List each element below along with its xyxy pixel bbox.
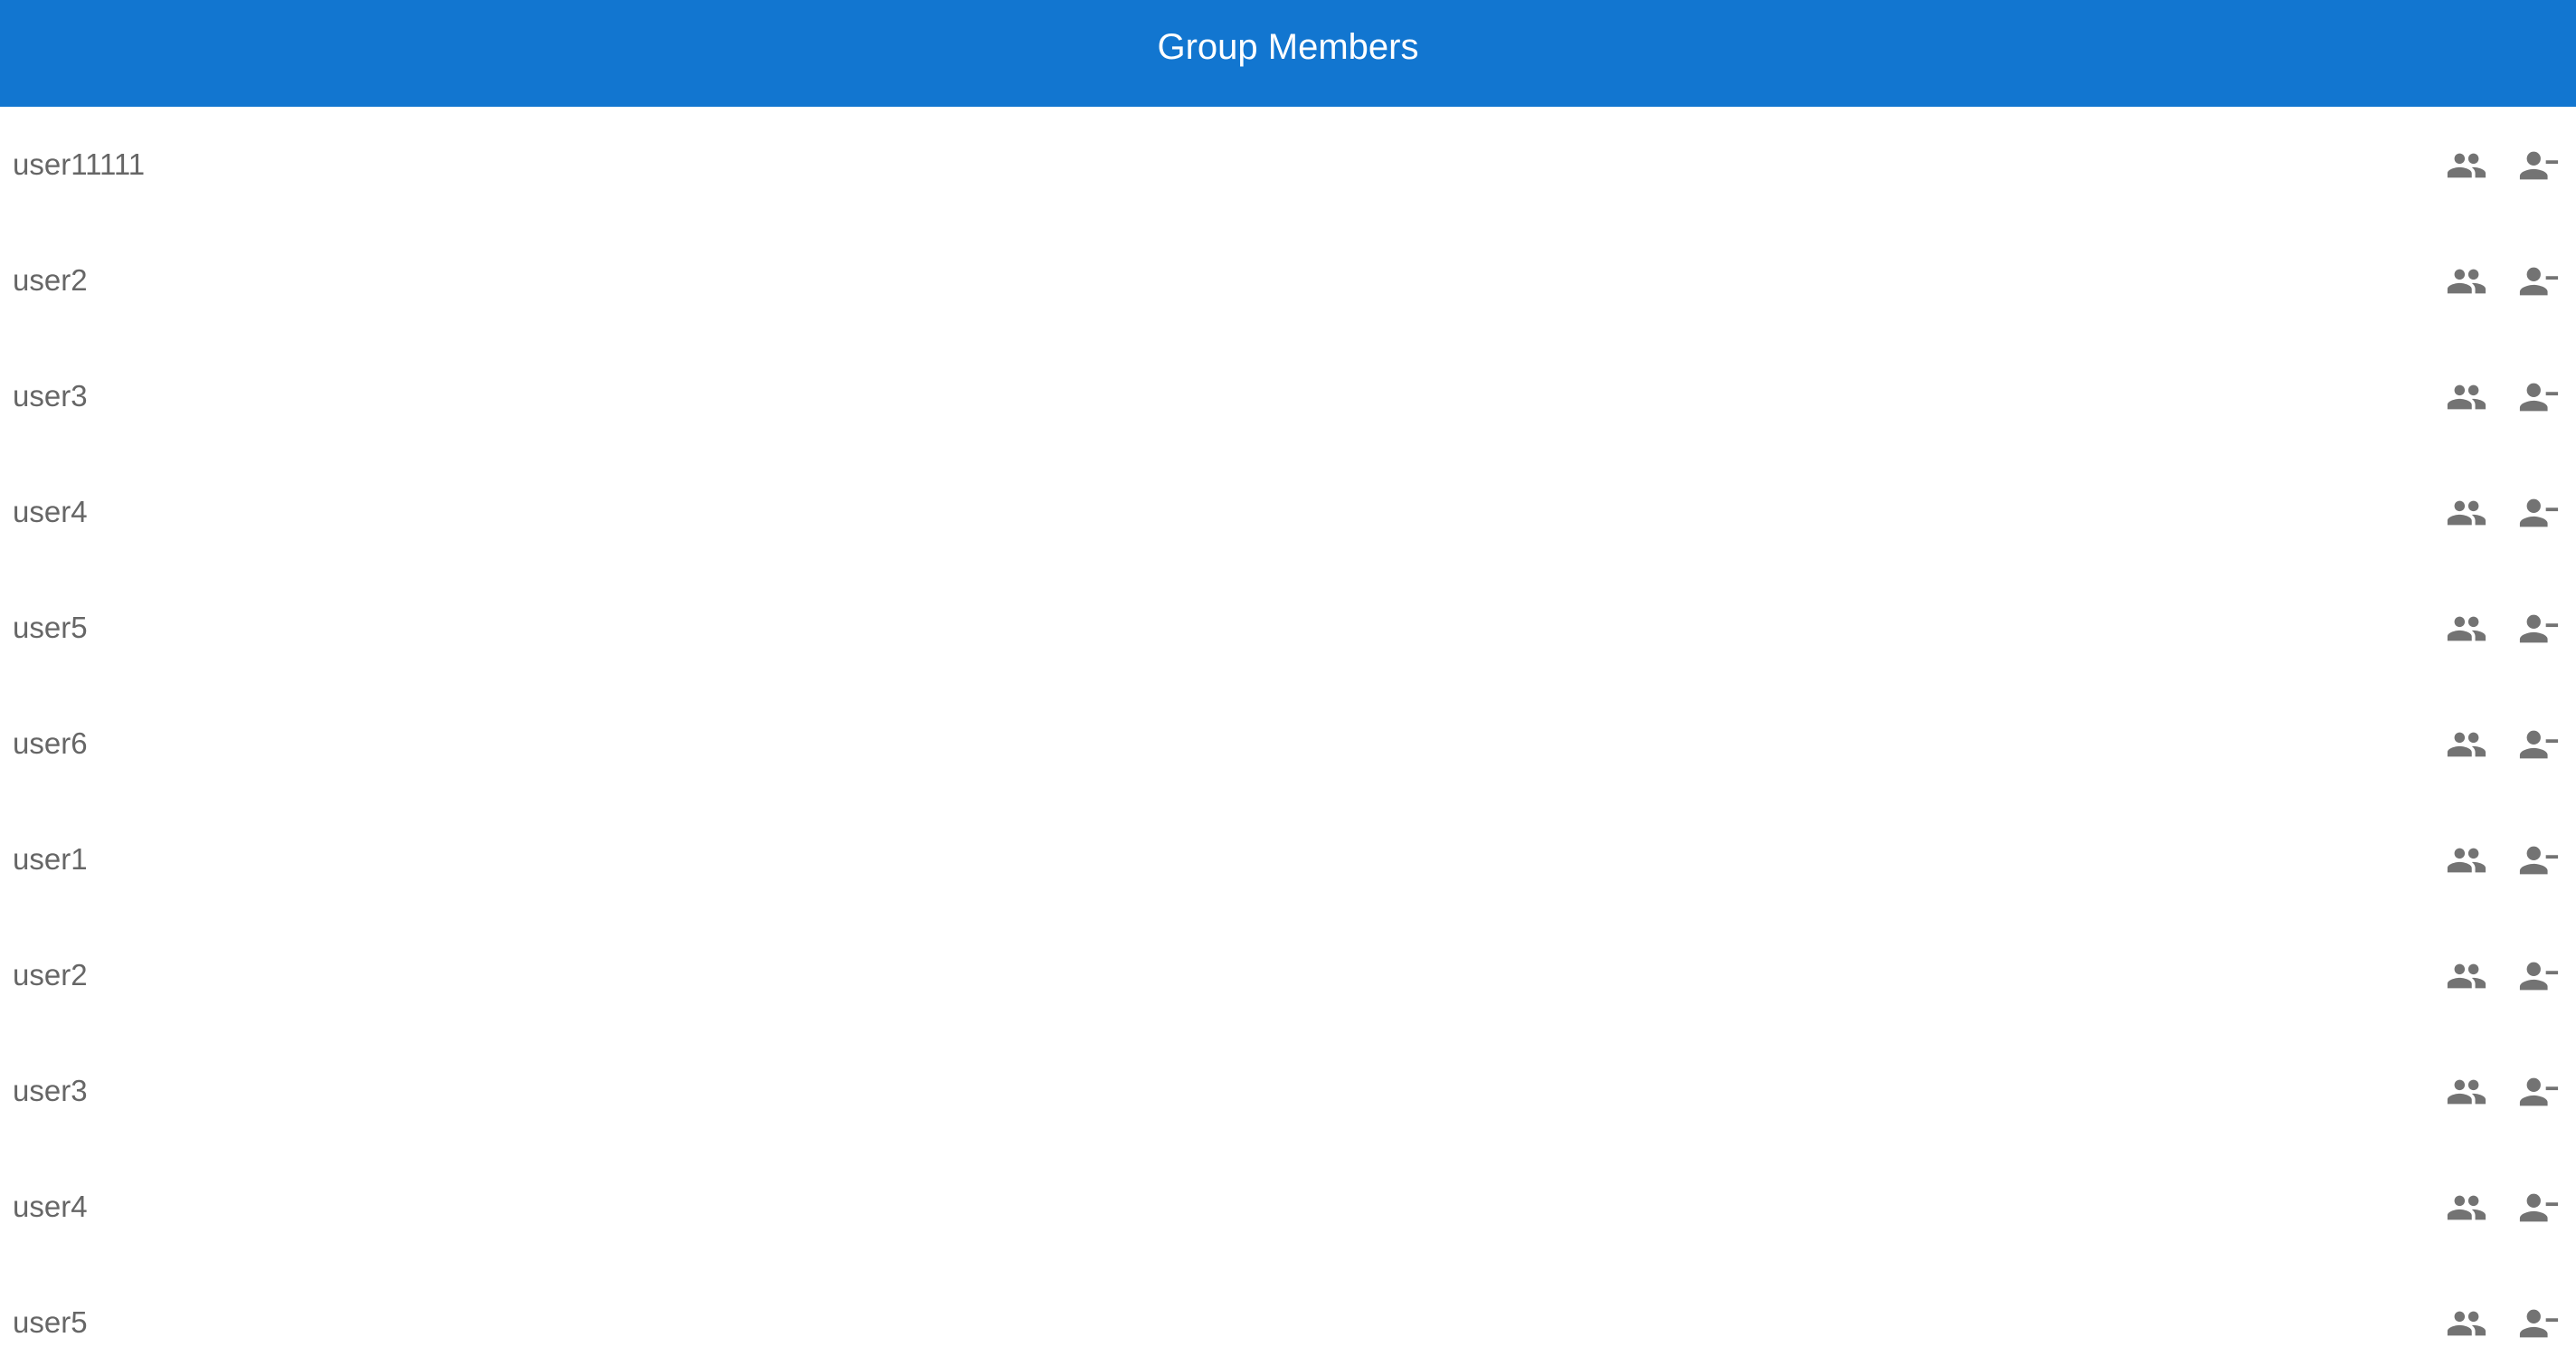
member-name: user5 [13, 1305, 88, 1339]
row-actions [2446, 1303, 2560, 1344]
people-icon[interactable] [2446, 1187, 2487, 1228]
row-actions [2446, 492, 2560, 534]
remove-person-icon[interactable] [2518, 955, 2560, 997]
row-actions [2446, 724, 2560, 765]
member-name: user2 [13, 263, 88, 297]
row-actions [2446, 840, 2560, 881]
list-item[interactable]: user3 [0, 1033, 2576, 1149]
row-actions [2446, 955, 2560, 997]
member-name: user6 [13, 726, 88, 760]
list-item[interactable]: user4 [0, 1149, 2576, 1265]
member-name: user3 [13, 379, 88, 413]
page-title: Group Members [1157, 26, 1419, 67]
member-name: user4 [13, 495, 88, 528]
row-actions [2446, 145, 2560, 186]
list-item[interactable]: user4 [0, 454, 2576, 570]
remove-person-icon[interactable] [2518, 724, 2560, 765]
remove-person-icon[interactable] [2518, 608, 2560, 650]
member-name: user4 [13, 1190, 88, 1223]
people-icon[interactable] [2446, 376, 2487, 418]
remove-person-icon[interactable] [2518, 145, 2560, 186]
list-item[interactable]: user6 [0, 686, 2576, 802]
people-icon[interactable] [2446, 145, 2487, 186]
remove-person-icon[interactable] [2518, 840, 2560, 881]
people-icon[interactable] [2446, 261, 2487, 302]
people-icon[interactable] [2446, 608, 2487, 650]
remove-person-icon[interactable] [2518, 492, 2560, 534]
remove-person-icon[interactable] [2518, 1071, 2560, 1113]
remove-person-icon[interactable] [2518, 1187, 2560, 1228]
people-icon[interactable] [2446, 1071, 2487, 1113]
member-name: user11111 [13, 147, 146, 181]
row-actions [2446, 261, 2560, 302]
people-icon[interactable] [2446, 1303, 2487, 1344]
people-icon[interactable] [2446, 492, 2487, 534]
member-name: user3 [13, 1074, 88, 1107]
people-icon[interactable] [2446, 724, 2487, 765]
member-list: user11111 user2 user3 user4 user5 user6 … [0, 107, 2576, 1366]
app-header: Group Members [0, 0, 2576, 107]
row-actions [2446, 608, 2560, 650]
remove-person-icon[interactable] [2518, 1303, 2560, 1344]
list-item[interactable]: user5 [0, 1265, 2576, 1366]
remove-person-icon[interactable] [2518, 261, 2560, 302]
member-name: user5 [13, 611, 88, 644]
list-item[interactable]: user2 [0, 917, 2576, 1033]
list-item[interactable]: user2 [0, 223, 2576, 338]
member-name: user1 [13, 842, 88, 876]
people-icon[interactable] [2446, 955, 2487, 997]
people-icon[interactable] [2446, 840, 2487, 881]
member-name: user2 [13, 958, 88, 991]
list-item[interactable]: user3 [0, 338, 2576, 454]
row-actions [2446, 376, 2560, 418]
remove-person-icon[interactable] [2518, 376, 2560, 418]
list-item[interactable]: user11111 [0, 107, 2576, 223]
row-actions [2446, 1071, 2560, 1113]
row-actions [2446, 1187, 2560, 1228]
list-item[interactable]: user5 [0, 570, 2576, 686]
list-item[interactable]: user1 [0, 802, 2576, 917]
